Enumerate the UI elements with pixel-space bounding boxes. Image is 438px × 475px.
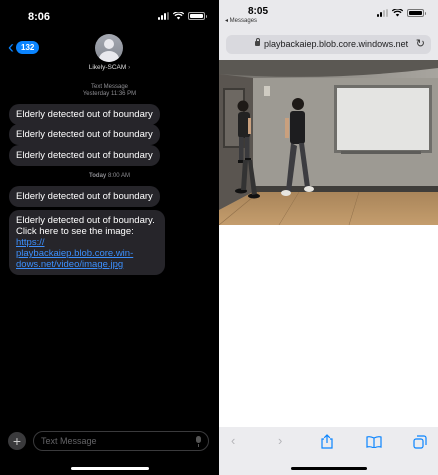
messages-screen: 8:06 ‹ 132 Likely-SCAM › Text Message Ye… — [0, 0, 219, 475]
cellular-signal-icon — [158, 12, 169, 20]
address-bar[interactable]: playbackaiep.blob.core.windows.net ↻ — [226, 35, 431, 54]
timestamp-day: Today — [89, 173, 107, 179]
timestamp-yesterday: Text Message Yesterday 11:36 PM — [0, 84, 219, 98]
contact-name[interactable]: Likely-SCAM › — [0, 64, 219, 71]
chevron-left-icon: ‹ — [8, 37, 14, 57]
battery-icon — [188, 12, 207, 20]
reload-icon[interactable]: ↻ — [416, 37, 425, 50]
timestamp-when: Yesterday 11:36 PM — [82, 91, 137, 97]
status-time: 8:05 — [248, 6, 269, 17]
tabs-icon[interactable] — [413, 435, 427, 449]
wifi-icon — [392, 9, 403, 17]
message-text: Click here to see the image: — [16, 226, 134, 237]
message-text: Elderly detected out of boundary. — [16, 215, 155, 226]
message-bubble[interactable]: Elderly detected out of boundary — [9, 186, 160, 207]
contact-avatar[interactable] — [95, 34, 123, 62]
url-text[interactable]: playbackaiep.blob.core.windows.net — [264, 39, 408, 49]
image-link[interactable]: dows.net/video/image.jpg — [16, 259, 158, 270]
message-input[interactable]: Text Message — [33, 431, 209, 451]
cellular-signal-icon — [377, 9, 388, 17]
back-to-app-link[interactable]: ◂ Messages — [225, 17, 257, 24]
timestamp-time: 8:00 AM — [107, 173, 130, 179]
message-input-placeholder: Text Message — [41, 436, 97, 446]
forward-icon[interactable]: › — [278, 433, 282, 448]
book-icon[interactable] — [366, 436, 382, 448]
home-indicator[interactable] — [291, 467, 367, 470]
safari-screen: 8:05 ◂ Messages playbackaiep.blob.core.w… — [219, 0, 438, 475]
back-icon[interactable]: ‹ — [231, 433, 235, 448]
safari-header: 8:05 ◂ Messages playbackaiep.blob.core.w… — [219, 0, 438, 60]
image-link[interactable]: https:// — [16, 237, 158, 248]
message-bubble[interactable]: Elderly detected out of boundary — [9, 124, 160, 145]
microphone-icon[interactable] — [196, 436, 201, 447]
composer: + Text Message — [0, 430, 219, 454]
unread-count-badge: 132 — [16, 40, 40, 54]
home-indicator[interactable] — [71, 467, 149, 470]
wifi-icon — [173, 12, 184, 20]
camera-snapshot-image — [219, 60, 438, 225]
timestamp-kind: Text Message — [90, 84, 129, 90]
status-time: 8:06 — [28, 11, 51, 23]
message-bubble[interactable]: Elderly detected out of boundary — [9, 104, 160, 125]
timestamp-today: Today 8:00 AM — [0, 173, 219, 180]
message-bubble-with-link[interactable]: Elderly detected out of boundary. Click … — [9, 210, 165, 275]
image-link[interactable]: playbackaiep.blob.core.win- — [16, 248, 158, 259]
message-bubble[interactable]: Elderly detected out of boundary — [9, 145, 160, 166]
plus-icon[interactable]: + — [8, 432, 26, 450]
status-bar: 8:06 — [0, 0, 219, 30]
battery-icon — [407, 9, 426, 17]
chevron-right-icon: › — [128, 64, 131, 71]
lock-icon — [255, 37, 260, 46]
back-button[interactable]: ‹ 132 — [8, 37, 40, 57]
share-icon[interactable] — [320, 434, 334, 449]
contact-name-label: Likely-SCAM — [88, 64, 127, 71]
